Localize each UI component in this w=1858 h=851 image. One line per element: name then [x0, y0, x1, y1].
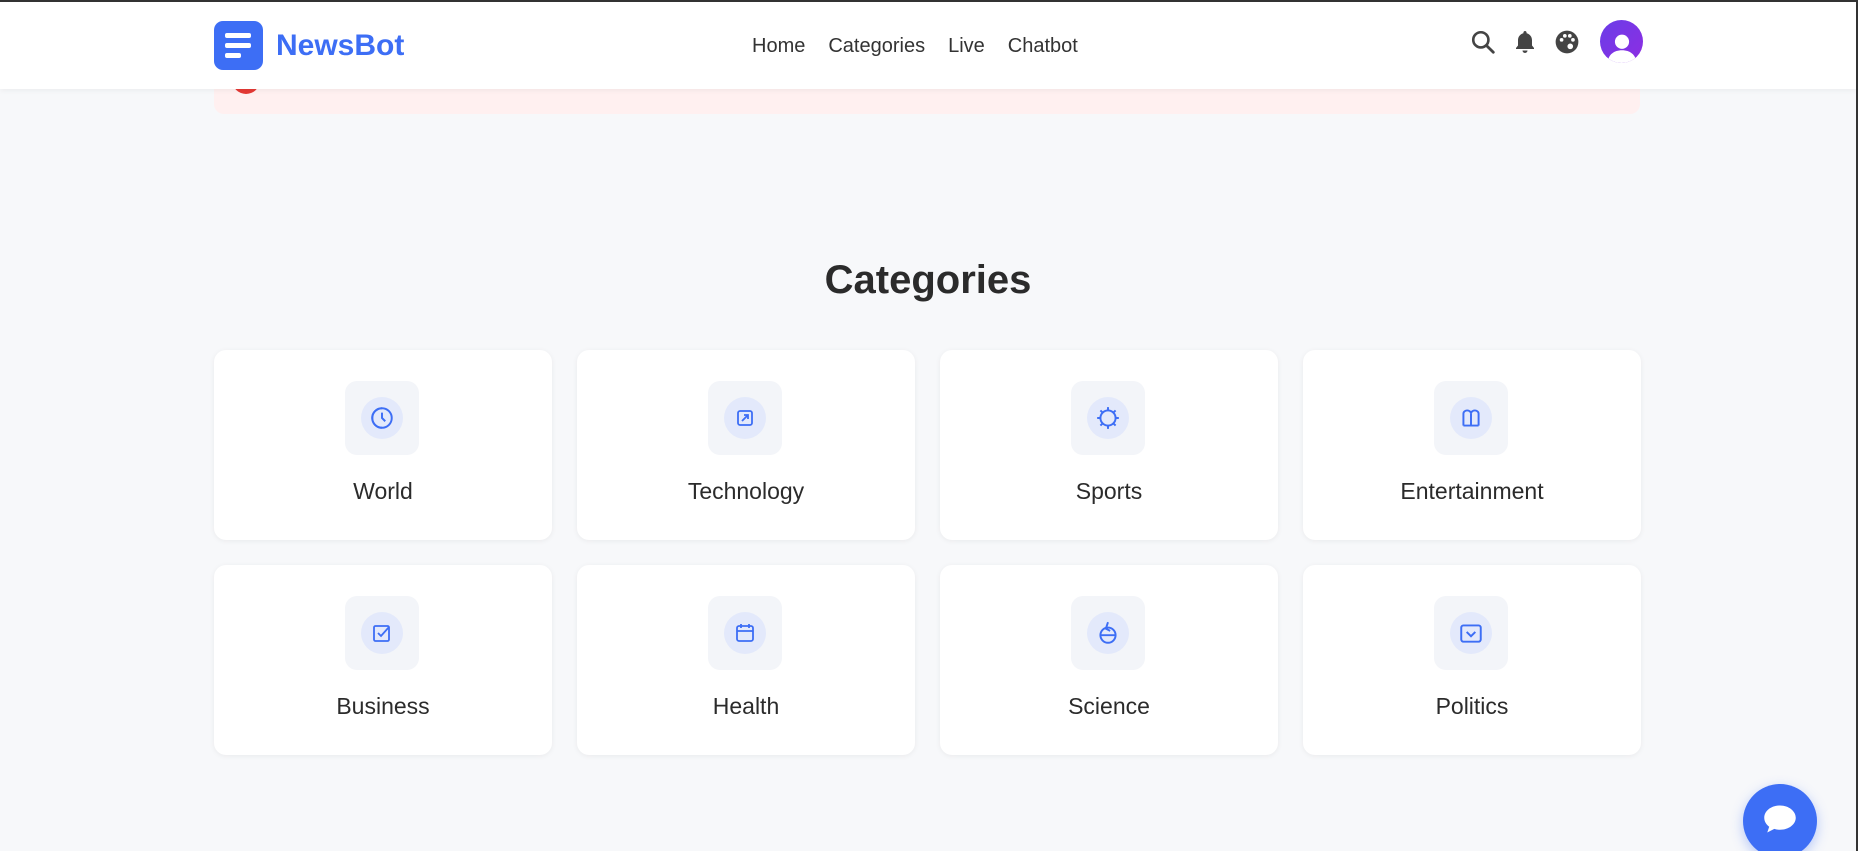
- nav-home[interactable]: Home: [752, 35, 805, 58]
- category-icon-box: [1071, 596, 1145, 670]
- nav-chatbot[interactable]: Chatbot: [1008, 35, 1078, 58]
- ballot-icon: [1450, 612, 1492, 654]
- category-label: Health: [712, 693, 780, 719]
- chat-bubble-icon: [1762, 802, 1798, 841]
- palette-icon[interactable]: [1552, 27, 1582, 57]
- search-icon[interactable]: [1468, 27, 1498, 57]
- newsbot-logo-icon: [214, 21, 263, 70]
- globe-icon: [361, 397, 403, 439]
- category-card-entertainment[interactable]: Entertainment: [1303, 350, 1641, 540]
- category-icon-box: [345, 596, 419, 670]
- category-label: Sports: [1075, 478, 1143, 504]
- category-card-politics[interactable]: Politics: [1303, 565, 1641, 755]
- chip-icon: [724, 397, 766, 439]
- category-card-world[interactable]: World: [214, 350, 552, 540]
- category-card-technology[interactable]: Technology: [577, 350, 915, 540]
- bell-icon[interactable]: [1510, 27, 1540, 57]
- category-card-science[interactable]: Science: [940, 565, 1278, 755]
- window-top-border: [0, 0, 1858, 2]
- category-icon-box: [708, 596, 782, 670]
- category-card-sports[interactable]: Sports: [940, 350, 1278, 540]
- category-icon-box: [708, 381, 782, 455]
- category-icon-box: [1434, 596, 1508, 670]
- category-label: Technology: [687, 478, 805, 504]
- category-grid: World Technology Sports Entertainment Bu…: [214, 350, 1641, 755]
- chat-fab-button[interactable]: [1743, 784, 1817, 851]
- category-icon-box: [1071, 381, 1145, 455]
- section-title: Categories: [824, 258, 1032, 302]
- logo[interactable]: NewsBot: [214, 21, 404, 70]
- flask-icon: [1087, 612, 1129, 654]
- main-nav: Home Categories Live Chatbot: [752, 35, 1101, 58]
- user-avatar[interactable]: [1600, 20, 1643, 63]
- category-label: World: [353, 478, 413, 504]
- nav-live[interactable]: Live: [948, 35, 985, 58]
- nav-categories[interactable]: Categories: [828, 35, 925, 58]
- film-icon: [1450, 397, 1492, 439]
- category-icon-box: [1434, 381, 1508, 455]
- ball-icon: [1087, 397, 1129, 439]
- category-label: Science: [1068, 693, 1150, 719]
- category-card-health[interactable]: Health: [577, 565, 915, 755]
- briefcase-icon: [361, 612, 403, 654]
- heart-icon: [724, 612, 766, 654]
- category-label: Business: [336, 693, 430, 719]
- category-card-business[interactable]: Business: [214, 565, 552, 755]
- top-header: NewsBot Home Categories Live Chatbot: [0, 2, 1856, 89]
- app-name: NewsBot: [276, 28, 405, 62]
- category-label: Politics: [1435, 693, 1509, 719]
- header-actions: [1468, 20, 1643, 63]
- category-icon-box: [345, 381, 419, 455]
- category-label: Entertainment: [1400, 478, 1544, 504]
